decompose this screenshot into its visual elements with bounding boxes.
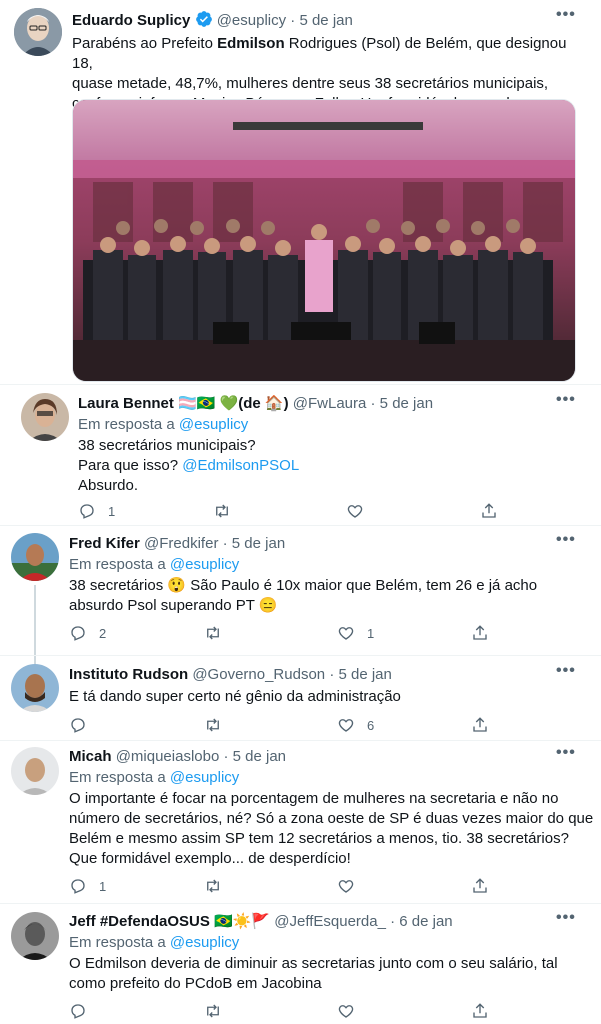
reply-label: Em resposta a xyxy=(69,934,166,951)
reply-button[interactable]: 1 xyxy=(69,877,106,895)
share-icon xyxy=(473,717,487,732)
author-handle[interactable]: @Fredkifer xyxy=(144,535,218,552)
more-options-icon[interactable]: ••• xyxy=(556,744,576,762)
reply-button[interactable]: 2 xyxy=(69,624,106,642)
like-button[interactable] xyxy=(346,502,364,520)
tweet-text: O importante é focar na porcentagem de m… xyxy=(69,790,594,867)
reply-to-link[interactable]: @esuplicy xyxy=(170,934,239,951)
more-options-icon[interactable]: ••• xyxy=(556,662,576,680)
share-icon xyxy=(473,1003,487,1018)
author-name[interactable]: Micah xyxy=(69,748,112,765)
author-handle[interactable]: @Governo_Rudson xyxy=(192,666,325,683)
reply-icon xyxy=(71,718,85,733)
more-options-icon[interactable]: ••• xyxy=(556,391,576,409)
avatar[interactable] xyxy=(11,912,59,960)
author-name[interactable]: Jeff #DefendaOSUS xyxy=(69,913,210,930)
share-button[interactable] xyxy=(471,1002,489,1020)
retweet-button[interactable] xyxy=(204,877,222,895)
avatar[interactable] xyxy=(11,533,59,581)
retweet-button[interactable] xyxy=(213,502,231,520)
author-name[interactable]: Laura Bennet xyxy=(78,395,174,412)
share-button[interactable] xyxy=(471,624,489,642)
retweet-button[interactable] xyxy=(204,716,222,734)
tweet-eduardo-suplicy[interactable]: Eduardo Suplicy @esuplicy · 5 de jan •••… xyxy=(0,0,601,390)
tweet-text: O Edmilson deveria de diminuir as secret… xyxy=(69,955,558,992)
reply-to-link[interactable]: @esuplicy xyxy=(170,556,239,573)
avatar[interactable] xyxy=(11,664,59,712)
tweet-date[interactable]: · 5 de jan xyxy=(371,395,434,412)
tweet-fred-kifer[interactable]: Fred Kifer @Fredkifer · 5 de jan ••• Em … xyxy=(0,526,601,656)
tweet-photo[interactable] xyxy=(72,99,576,382)
heart-icon xyxy=(338,880,354,893)
tweet-jeff[interactable]: Jeff #DefendaOSUS 🇧🇷☀️🚩 @JeffEsquerda_ ·… xyxy=(0,904,601,1024)
tweet-text: E tá dando super certo né gênio da admin… xyxy=(69,688,401,705)
avatar[interactable] xyxy=(11,747,59,795)
retweet-icon xyxy=(216,504,228,518)
avatar[interactable] xyxy=(21,393,69,441)
share-button[interactable] xyxy=(471,716,489,734)
reply-icon xyxy=(71,879,85,894)
author-name[interactable]: Fred Kifer xyxy=(69,535,140,552)
tweet-date[interactable]: · 5 de jan xyxy=(223,535,286,552)
retweet-icon xyxy=(207,718,219,732)
retweet-icon xyxy=(207,1004,219,1018)
reply-button[interactable] xyxy=(69,716,87,734)
reply-button[interactable] xyxy=(69,1002,87,1020)
tweet-date[interactable]: · 5 de jan xyxy=(329,666,392,683)
like-button[interactable]: 1 xyxy=(337,624,374,642)
heart-icon xyxy=(338,1005,354,1018)
reply-to-link[interactable]: @esuplicy xyxy=(179,416,248,433)
author-handle[interactable]: @FwLaura xyxy=(293,395,367,412)
share-icon xyxy=(473,625,487,640)
tweet-text: 38 secretários 😲 São Paulo é 10x maior q… xyxy=(69,577,538,614)
tweet-instituto-rudson[interactable]: Instituto Rudson @Governo_Rudson · 5 de … xyxy=(0,656,601,740)
share-button[interactable] xyxy=(471,877,489,895)
heart-icon xyxy=(347,505,363,518)
more-options-icon[interactable]: ••• xyxy=(556,531,576,549)
tweet-text: 38 secretários municipais? Para que isso… xyxy=(78,437,300,494)
author-name-emoji: 🇧🇷☀️🚩 xyxy=(214,913,271,930)
retweet-button[interactable] xyxy=(204,624,222,642)
author-name-emoji: 🏳️‍⚧️🇧🇷 💚(de 🏠) xyxy=(178,395,289,412)
more-options-icon[interactable]: ••• xyxy=(556,909,576,927)
retweet-icon xyxy=(207,626,219,640)
like-button[interactable] xyxy=(337,877,355,895)
reply-to-link[interactable]: @esuplicy xyxy=(170,769,239,786)
heart-icon xyxy=(338,719,354,732)
tweet-date[interactable]: · 5 de jan xyxy=(290,12,353,29)
tweet-actions: 2 1 xyxy=(69,624,509,646)
tweet-actions: 1 xyxy=(78,502,518,524)
author-name[interactable]: Eduardo Suplicy xyxy=(72,12,190,29)
reply-icon xyxy=(71,626,85,641)
author-handle[interactable]: @esuplicy xyxy=(217,12,286,29)
share-button[interactable] xyxy=(480,502,498,520)
tweet-date[interactable]: · 6 de jan xyxy=(390,913,453,930)
tweet-actions: 6 xyxy=(69,716,509,738)
avatar[interactable] xyxy=(14,8,62,56)
retweet-icon xyxy=(207,879,219,893)
reply-label: Em resposta a xyxy=(69,769,166,786)
heart-icon xyxy=(338,627,354,640)
author-handle[interactable]: @JeffEsquerda_ xyxy=(274,913,386,930)
tweet-actions xyxy=(69,1002,509,1024)
retweet-button[interactable] xyxy=(204,1002,222,1020)
reply-button[interactable]: 1 xyxy=(78,502,115,520)
tweet-laura-bennet[interactable]: Laura Bennet 🏳️‍⚧️🇧🇷 💚(de 🏠) @FwLaura · … xyxy=(0,385,601,525)
share-icon xyxy=(482,503,496,518)
share-icon xyxy=(473,878,487,893)
like-button[interactable]: 6 xyxy=(337,716,374,734)
tweet-micah[interactable]: Micah @miqueiaslobo · 5 de jan ••• Em re… xyxy=(0,741,601,903)
more-options-icon[interactable]: ••• xyxy=(556,6,576,24)
tweet-date[interactable]: · 5 de jan xyxy=(223,748,286,765)
reply-icon xyxy=(71,1004,85,1019)
verified-badge-icon xyxy=(195,10,213,34)
mention-link[interactable]: @EdmilsonPSOL xyxy=(182,457,299,474)
tweet-actions: 1 xyxy=(69,877,509,899)
reply-icon xyxy=(80,504,94,519)
author-name[interactable]: Instituto Rudson xyxy=(69,666,188,683)
like-button[interactable] xyxy=(337,1002,355,1020)
reply-label: Em resposta a xyxy=(78,416,175,433)
reply-label: Em resposta a xyxy=(69,556,166,573)
author-handle[interactable]: @miqueiaslobo xyxy=(116,748,220,765)
